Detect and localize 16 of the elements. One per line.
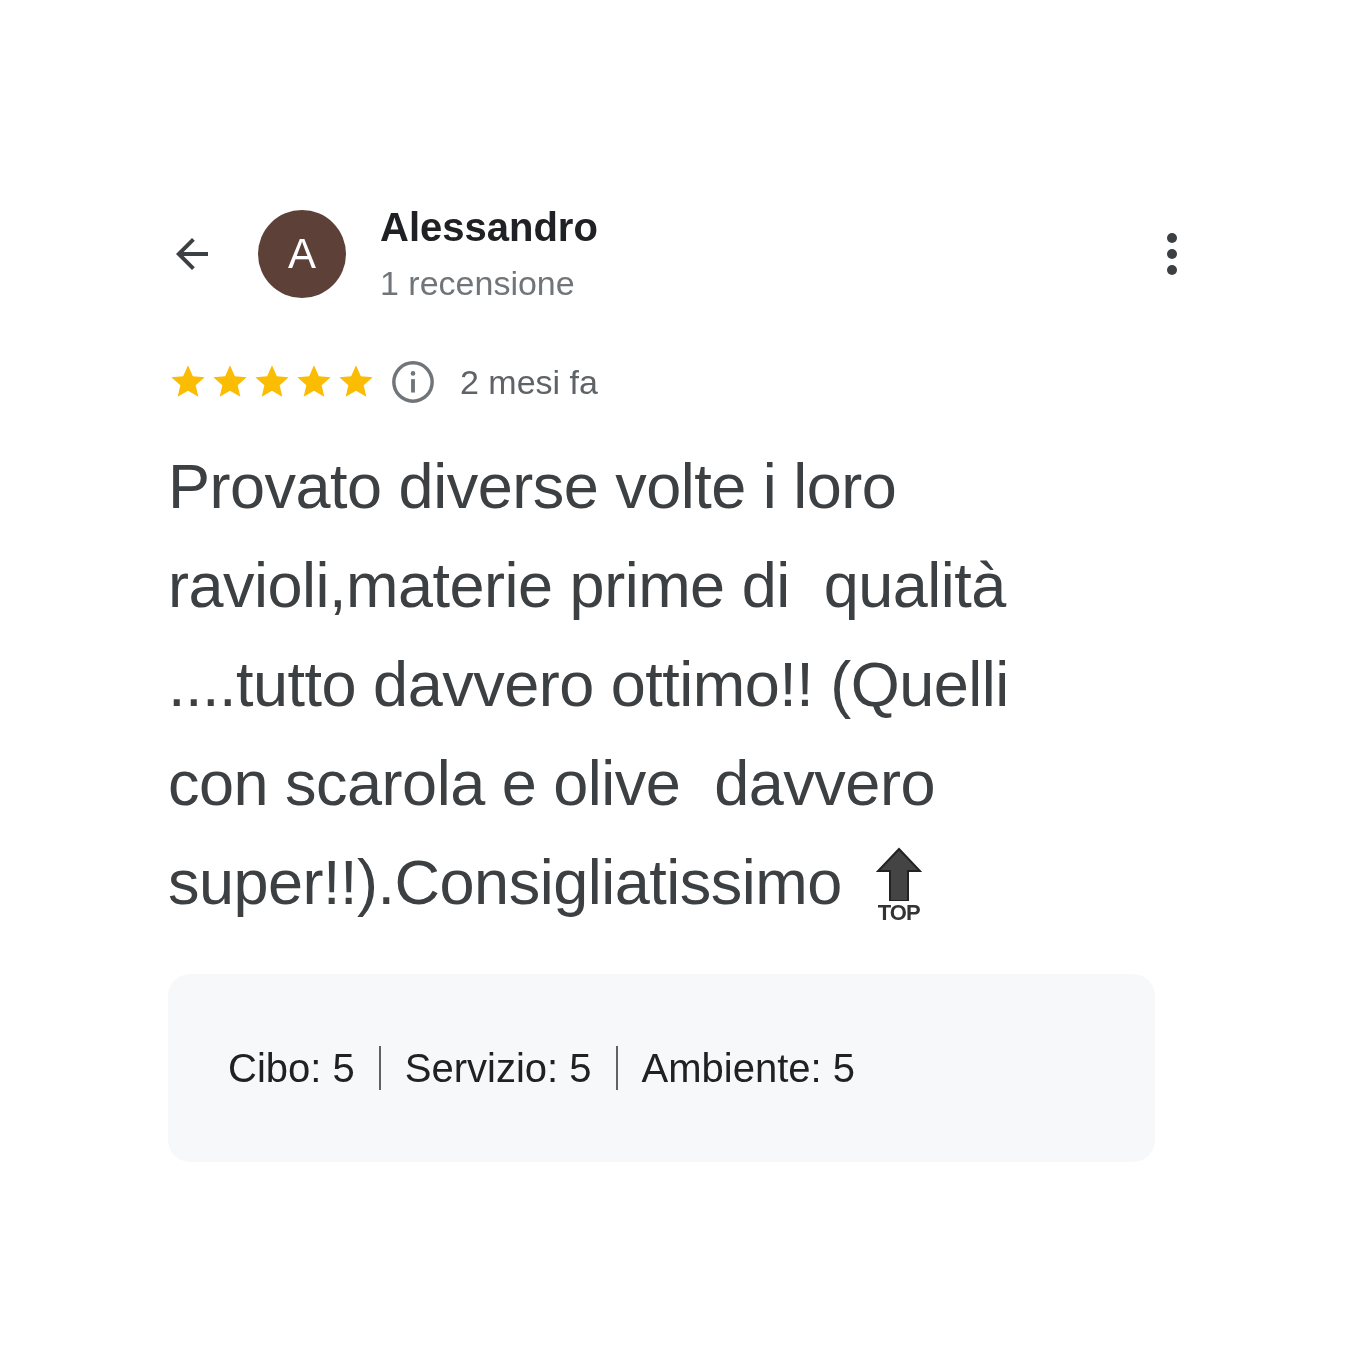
- review-text: ....tutto davvero ottimo!! (Quelli: [168, 648, 1010, 721]
- reviewer-name: Alessandro: [380, 205, 599, 250]
- emoji-label: TOP: [877, 902, 920, 924]
- rating-item: Servizio: 5: [404, 1045, 592, 1091]
- avatar: A: [258, 210, 346, 298]
- info-icon[interactable]: [390, 359, 436, 405]
- review-text: con scarola e olive davvero: [168, 747, 936, 820]
- review-date: 2 mesi fa: [460, 362, 598, 402]
- review-count: 1 recensione: [380, 264, 576, 303]
- rating-item: Ambiente: 5: [641, 1045, 855, 1091]
- more-options-button[interactable]: [1166, 232, 1178, 276]
- review-text: super!!).Consigliatissimo: [168, 846, 842, 919]
- rating-item: Cibo: 5: [228, 1045, 355, 1091]
- review-text: Provato diverse volte i loro: [168, 450, 898, 523]
- review-text: ravioli,materie prime di qualità: [168, 549, 1008, 622]
- up-arrow-icon: [875, 847, 922, 901]
